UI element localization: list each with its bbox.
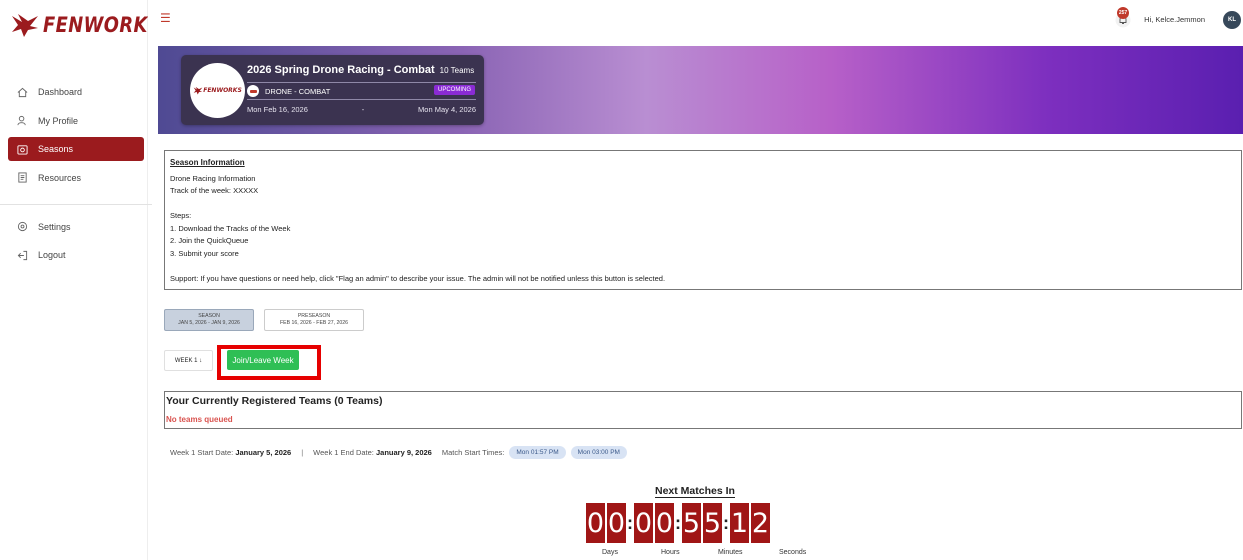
countdown-digit-hours: 0 (655, 503, 674, 543)
sidebar-item-logout[interactable]: Logout (8, 243, 144, 267)
registered-teams-title: Your Currently Registered Teams (0 Teams… (166, 395, 383, 407)
registered-teams-box: Your Currently Registered Teams (0 Teams… (164, 391, 1242, 429)
season-info-box: Season Information Drone Racing Informat… (164, 150, 1242, 290)
season-team-count: 10 Teams (439, 66, 475, 75)
countdown-title: Next Matches In (655, 485, 735, 498)
divider (247, 82, 476, 83)
sidebar-item-label: Dashboard (38, 87, 83, 97)
sidebar-item-label: My Profile (38, 115, 79, 126)
join-leave-week-button[interactable]: Join/Leave Week (227, 350, 299, 370)
fenworks-mark-icon (12, 14, 38, 37)
week-schedule: Week 1 Start Date: January 5, 2026 | Wee… (170, 446, 627, 459)
sidebar-item-settings[interactable]: Settings (8, 215, 144, 239)
countdown-colon: : (675, 512, 681, 533)
start-date-value: January 5, 2026 (235, 448, 292, 457)
sidebar-item-seasons[interactable]: Seasons (8, 137, 144, 161)
season-logo: FENWORKS (190, 63, 245, 118)
match-time-chip: Mon 03:00 PM (570, 446, 627, 459)
user-greeting[interactable]: Hi, Kelce.Jemmon (1144, 15, 1205, 24)
season-logo-text: FENWORKS (193, 86, 242, 95)
week-selector[interactable]: WEEK 1 ↓ (164, 350, 213, 371)
match-time-chip: Mon 01:57 PM (509, 446, 566, 459)
sidebar-divider (0, 203, 152, 205)
season-start-date: Mon Feb 16, 2026 (247, 105, 308, 114)
info-line: Drone Racing Information (170, 173, 256, 183)
end-date-label: Week 1 End Date: (313, 448, 374, 457)
sidebar-item-my-profile[interactable]: My Profile (8, 109, 144, 133)
end-date-value: January 9, 2026 (375, 448, 432, 457)
sidebar: FENWORKS Dashboard My Profile Seasons Re… (0, 0, 161, 560)
step-item: 2. Join the QuickQueue (170, 236, 249, 245)
gear-icon (16, 221, 28, 233)
logout-icon (16, 249, 28, 261)
countdown-digit-hours: 0 (634, 503, 653, 543)
sidebar-item-dashboard[interactable]: Dashboard (8, 80, 144, 104)
sidebar-item-label: Settings (38, 221, 71, 232)
notification-badge: 257 (1117, 7, 1129, 19)
sidebar-item-resources[interactable]: Resources (8, 166, 144, 190)
info-line: Track of the week: XXXXX (170, 186, 259, 195)
season-title: 2026 Spring Drone Racing - Combat 10 Team… (247, 64, 475, 76)
countdown-label-minutes: Minutes (718, 549, 743, 556)
avatar[interactable]: KL (1223, 11, 1241, 29)
countdown-digit-minutes: 5 (682, 503, 701, 543)
sidebar-item-label: Logout (38, 250, 66, 260)
start-date-label: Week 1 Start Date: (170, 448, 234, 457)
countdown-digit-seconds: 1 (730, 503, 749, 543)
brand-name: FENWORKS (43, 13, 162, 37)
season-date-separator: - (361, 105, 365, 114)
season-card: FENWORKS 2026 Spring Drone Racing - Comb… (181, 55, 484, 125)
schedule-separator: | (301, 448, 304, 457)
sidebar-item-label: Seasons (38, 144, 74, 154)
match-times-label: Match Start Times: (441, 448, 505, 457)
tab-season[interactable]: SEASON JAN 5, 2026 - JAN 9, 2026 (164, 309, 254, 331)
season-dates: Mon Feb 16, 2026 - Mon May 4, 2026 (247, 105, 476, 114)
calendar-icon (16, 143, 28, 155)
countdown-colon: : (627, 512, 633, 533)
user-icon (16, 115, 28, 127)
no-teams-message: No teams queued (166, 415, 233, 424)
season-end-date: Mon May 4, 2026 (418, 105, 476, 114)
season-info-title: Season Information (170, 158, 245, 167)
tab-preseason[interactable]: PRESEASON FEB 16, 2026 - FEB 27, 2026 (264, 309, 364, 331)
countdown-colon: : (723, 512, 729, 533)
countdown-digit-seconds: 2 (751, 503, 770, 543)
countdown-digit-days: 0 (586, 503, 605, 543)
support-text: Support: If you have questions or need h… (170, 273, 666, 283)
status-badge: UPCOMING (434, 85, 475, 95)
countdown-label-days: Days (602, 549, 618, 556)
menu-toggle-icon[interactable]: ☰ (160, 11, 171, 25)
sidebar-nav: Dashboard My Profile Seasons Resources S… (0, 80, 152, 272)
countdown-digit-days: 0 (607, 503, 626, 543)
countdown-label-hours: Hours (661, 549, 680, 556)
countdown-digit-minutes: 5 (703, 503, 722, 543)
step-item: 1. Download the Tracks of the Week (170, 223, 291, 233)
divider (247, 99, 476, 100)
top-bar: ☰ 257 Hi, Kelce.Jemmon KL (148, 0, 1243, 44)
drone-category-icon (247, 85, 259, 97)
step-item: 3. Submit your score (170, 248, 239, 258)
sidebar-item-label: Resources (38, 172, 82, 183)
season-category: DRONE - COMBAT (247, 85, 330, 97)
countdown-label-seconds: Seconds (779, 549, 807, 556)
document-icon (16, 172, 28, 184)
home-icon (16, 86, 28, 98)
fenworks-mark-icon (193, 86, 203, 95)
countdown-timer: 0 0 : 0 0 : 5 5 : 1 2 (586, 503, 772, 543)
steps-label: Steps: (170, 211, 192, 220)
